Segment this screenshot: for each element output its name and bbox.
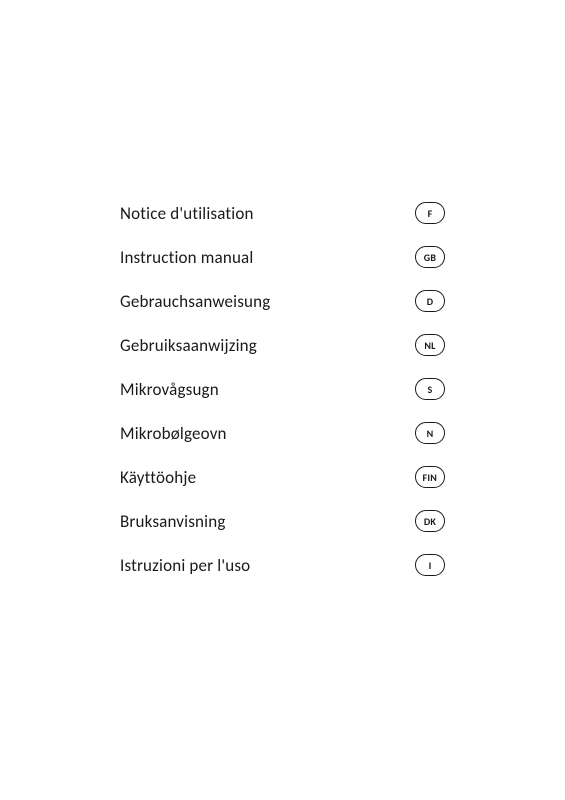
- menu-label: Gebruiksaanwijzing: [120, 335, 257, 356]
- menu-label: Instruction manual: [120, 247, 253, 268]
- lang-badge: I: [415, 554, 445, 576]
- menu-item[interactable]: Istruzioni per l'uso I: [120, 554, 445, 576]
- menu-item[interactable]: Mikrovågsugn S: [120, 378, 445, 400]
- menu-label: Gebrauchsanweisung: [120, 291, 270, 312]
- menu-item[interactable]: Bruksanvisning DK: [120, 510, 445, 532]
- lang-badge: GB: [415, 246, 445, 268]
- menu-item[interactable]: Mikrobølgeovn N: [120, 422, 445, 444]
- lang-badge: D: [415, 290, 445, 312]
- lang-badge: N: [415, 422, 445, 444]
- lang-badge: DK: [415, 510, 445, 532]
- menu-label: Notice d'utilisation: [120, 203, 254, 224]
- menu-label: Istruzioni per l'uso: [120, 555, 250, 576]
- menu-item[interactable]: Käyttöohje FIN: [120, 466, 445, 488]
- lang-badge: FIN: [415, 466, 445, 488]
- lang-badge: F: [415, 202, 445, 224]
- menu-item[interactable]: Gebruiksaanwijzing NL: [120, 334, 445, 356]
- lang-badge: NL: [415, 334, 445, 356]
- menu-label: Mikrovågsugn: [120, 379, 219, 400]
- lang-badge: S: [415, 378, 445, 400]
- menu-label: Bruksanvisning: [120, 511, 226, 532]
- menu-label: Mikrobølgeovn: [120, 423, 227, 444]
- menu-item[interactable]: Gebrauchsanweisung D: [120, 290, 445, 312]
- page-container: Notice d'utilisation F Instruction manual G…: [0, 0, 565, 800]
- menu-item[interactable]: Instruction manual GB: [120, 246, 445, 268]
- menu-item[interactable]: Notice d'utilisation F: [120, 202, 445, 224]
- menu-label: Käyttöohje: [120, 467, 196, 488]
